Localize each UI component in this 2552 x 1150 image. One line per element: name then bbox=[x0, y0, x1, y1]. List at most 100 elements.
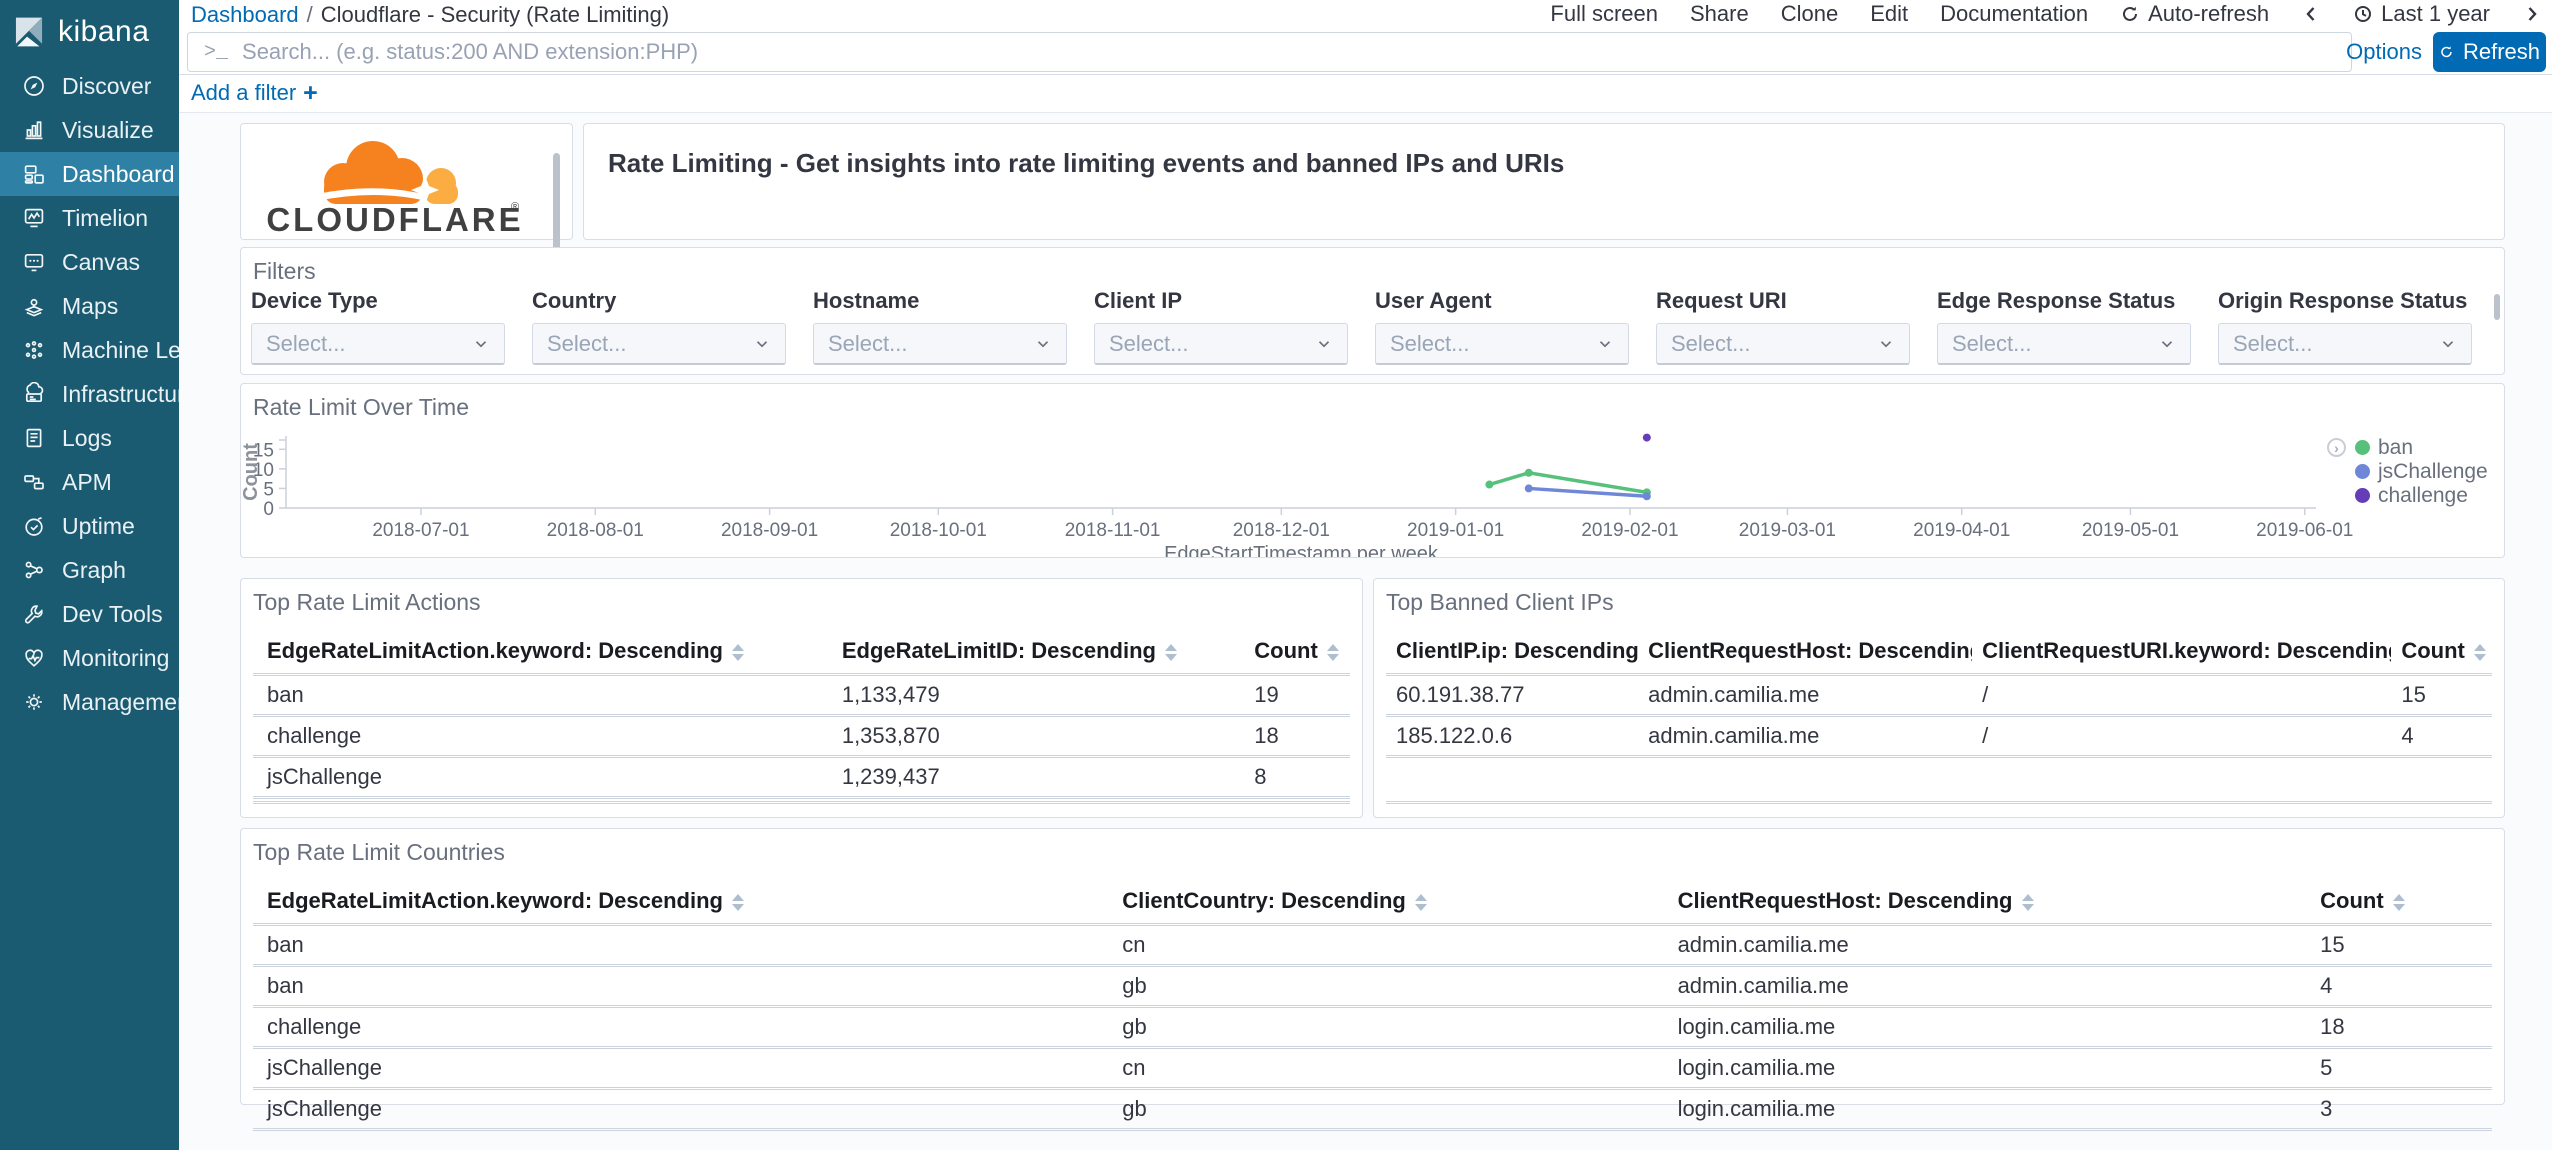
sidebar-item-timelion[interactable]: Timelion bbox=[0, 196, 179, 240]
refresh-button[interactable]: Refresh bbox=[2433, 32, 2546, 72]
column-header[interactable]: Count bbox=[2306, 882, 2492, 926]
menu-item-share[interactable]: Share bbox=[1690, 1, 1749, 27]
filter-select-origin-response-status[interactable]: Select... bbox=[2218, 323, 2472, 365]
kibana-wordmark: kibana bbox=[58, 15, 150, 48]
legend-toggle-icon[interactable]: › bbox=[2327, 438, 2346, 457]
sidebar-item-logs[interactable]: Logs bbox=[0, 416, 179, 460]
sidebar-item-dashboard[interactable]: Dashboard bbox=[0, 152, 179, 196]
dashboard-content: CLOUDFLARE ® Rate Limiting - Get insight… bbox=[179, 113, 2552, 1150]
data-point-ban bbox=[1524, 468, 1533, 477]
auto-refresh-icon bbox=[2123, 6, 2138, 21]
sidebar-item-maps[interactable]: Maps bbox=[0, 284, 179, 328]
chevron-down-icon bbox=[756, 340, 768, 347]
filter-select-request-uri[interactable]: Select... bbox=[1656, 323, 1910, 365]
table-cell: 60.191.38.77 bbox=[1386, 674, 1639, 717]
filter-control-country: Country Select... bbox=[532, 288, 813, 365]
sidebar-item-infrastructure[interactable]: Infrastructure bbox=[0, 372, 179, 416]
data-point-jsChallenge bbox=[1642, 492, 1651, 501]
filter-select-client-ip[interactable]: Select... bbox=[1094, 323, 1348, 365]
menu-item-edit[interactable]: Edit bbox=[1870, 1, 1908, 27]
search-input-box[interactable]: >_ bbox=[187, 32, 2352, 72]
chart-legend: › ban jsChallenge challenge bbox=[2327, 436, 2488, 507]
filters-panel-scrollbar[interactable] bbox=[2494, 294, 2500, 320]
sidebar-item-apm[interactable]: APM bbox=[0, 460, 179, 504]
maps-icon bbox=[24, 298, 44, 317]
sort-icon[interactable] bbox=[1164, 643, 1177, 661]
filter-select-hostname[interactable]: Select... bbox=[813, 323, 1067, 365]
svg-text:2018-12-01: 2018-12-01 bbox=[1233, 520, 1330, 541]
table-cell: 15 bbox=[2306, 924, 2492, 967]
sidebar-item-machine-le[interactable]: Machine Le... bbox=[0, 328, 179, 372]
column-header[interactable]: EdgeRateLimitID: Descending bbox=[827, 632, 1241, 676]
kibana-logo[interactable]: kibana bbox=[0, 0, 179, 64]
menu-item-full-screen[interactable]: Full screen bbox=[1550, 1, 1658, 27]
time-forward-button[interactable] bbox=[2522, 4, 2542, 24]
table-cell: admin.camilia.me bbox=[1663, 924, 2307, 967]
column-header[interactable]: ClientIP.ip: Descending bbox=[1386, 632, 1639, 676]
sort-icon[interactable] bbox=[1326, 643, 1339, 661]
column-header[interactable]: EdgeRateLimitAction.keyword: Descending bbox=[253, 882, 1109, 926]
table-row: challenge 1,353,870 18 bbox=[253, 715, 1350, 758]
sort-icon[interactable] bbox=[2021, 893, 2034, 911]
filter-control-device-type: Device Type Select... bbox=[251, 288, 532, 365]
sort-icon[interactable] bbox=[1414, 893, 1427, 911]
select-placeholder: Select... bbox=[2233, 330, 2313, 356]
breadcrumb-dashboard-link[interactable]: Dashboard bbox=[191, 2, 299, 27]
sidebar-item-visualize[interactable]: Visualize bbox=[0, 108, 179, 152]
time-back-button[interactable] bbox=[2301, 4, 2321, 24]
table-cell: challenge bbox=[253, 715, 828, 758]
options-link[interactable]: Options bbox=[2346, 39, 2422, 65]
column-header[interactable]: ClientRequestHost: Descending bbox=[1663, 882, 2307, 926]
filter-select-edge-response-status[interactable]: Select... bbox=[1937, 323, 2191, 365]
table-cell: ban bbox=[253, 965, 1109, 1008]
add-filter-link[interactable]: Add a filter + bbox=[191, 80, 318, 106]
sidebar-item-management[interactable]: Management bbox=[0, 680, 179, 724]
column-header[interactable]: Count bbox=[2391, 632, 2492, 676]
sidebar-item-graph[interactable]: Graph bbox=[0, 548, 179, 592]
sidebar-item-discover[interactable]: Discover bbox=[0, 64, 179, 108]
search-input[interactable] bbox=[240, 38, 2335, 66]
filter-label: Device Type bbox=[251, 288, 378, 313]
filter-select-user-agent[interactable]: Select... bbox=[1375, 323, 1629, 365]
infrastructure-icon bbox=[25, 382, 44, 403]
filter-select-country[interactable]: Select... bbox=[532, 323, 786, 365]
sidebar-item-uptime[interactable]: Uptime bbox=[0, 504, 179, 548]
breadcrumb: Dashboard / Cloudflare - Security (Rate Li… bbox=[191, 2, 669, 28]
table-cell: cn bbox=[1108, 1047, 1664, 1090]
auto-refresh-button[interactable]: Auto-refresh bbox=[2120, 1, 2269, 27]
sort-icon[interactable] bbox=[731, 643, 744, 661]
chevron-down-icon bbox=[1037, 340, 1049, 347]
filter-control-request-uri: Request URI Select... bbox=[1656, 288, 1937, 365]
table-cell: gb bbox=[1108, 965, 1664, 1008]
table-cell: 1,353,870 bbox=[827, 715, 1241, 758]
column-header[interactable]: Count bbox=[1240, 632, 1350, 676]
column-header[interactable]: ClientRequestHost: Descending bbox=[1638, 632, 1973, 676]
legend-item-jsChallenge[interactable]: jsChallenge bbox=[2327, 460, 2488, 483]
actions-table-panel: Top Rate Limit Actions EdgeRateLimitActi… bbox=[240, 578, 1363, 818]
column-header[interactable]: ClientRequestURI.keyword: Descending bbox=[1972, 632, 2392, 676]
sidebar-item-dev-tools[interactable]: Dev Tools bbox=[0, 592, 179, 636]
legend-item-ban[interactable]: › ban bbox=[2327, 436, 2488, 459]
sort-icon[interactable] bbox=[2473, 643, 2486, 661]
table-cell: jsChallenge bbox=[253, 756, 828, 799]
filter-label: Edge Response Status bbox=[1937, 288, 2176, 313]
table-cell: cn bbox=[1108, 924, 1664, 967]
time-picker-button[interactable]: Last 1 year bbox=[2353, 1, 2490, 27]
column-header[interactable]: EdgeRateLimitAction.keyword: Descending bbox=[253, 632, 828, 676]
sidebar-item-canvas[interactable]: Canvas bbox=[0, 240, 179, 284]
sidebar-item-monitoring[interactable]: Monitoring bbox=[0, 636, 179, 680]
kibana-logo-icon bbox=[15, 17, 43, 47]
filter-control-hostname: Hostname Select... bbox=[813, 288, 1094, 365]
menu-item-clone[interactable]: Clone bbox=[1781, 1, 1838, 27]
sort-icon[interactable] bbox=[731, 893, 744, 911]
column-header[interactable]: ClientCountry: Descending bbox=[1108, 882, 1664, 926]
sort-icon[interactable] bbox=[2392, 893, 2405, 911]
table-cell: login.camilia.me bbox=[1663, 1047, 2307, 1090]
cloudflare-logo-panel: CLOUDFLARE ® bbox=[240, 123, 573, 276]
chevron-right-icon bbox=[2528, 7, 2537, 21]
table-cell: 5 bbox=[2306, 1047, 2492, 1090]
legend-item-challenge[interactable]: challenge bbox=[2327, 484, 2488, 507]
menu-item-documentation[interactable]: Documentation bbox=[1940, 1, 2088, 27]
rate-limit-chart[interactable]: 0510152018-07-01 2018-08-01 2018-09-01 2018… bbox=[241, 384, 2504, 557]
filter-select-device-type[interactable]: Select... bbox=[251, 323, 505, 365]
